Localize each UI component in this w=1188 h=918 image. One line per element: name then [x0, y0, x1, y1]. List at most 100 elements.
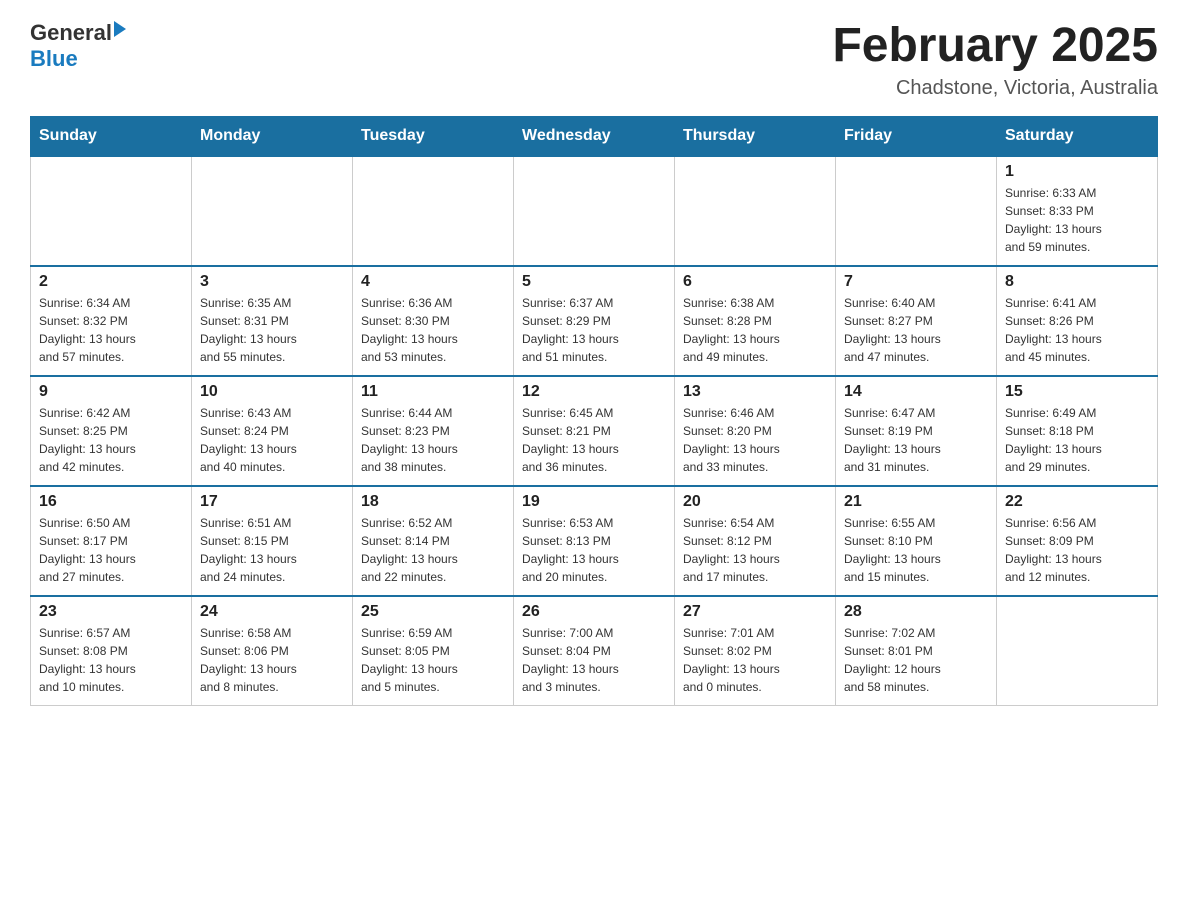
calendar-cell: 2 Sunrise: 6:34 AM Sunset: 8:32 PM Daylig… [31, 266, 192, 376]
day-info: Sunrise: 6:59 AM Sunset: 8:05 PM Dayligh… [361, 624, 505, 696]
day-info: Sunrise: 6:40 AM Sunset: 8:27 PM Dayligh… [844, 294, 988, 366]
day-info: Sunrise: 6:55 AM Sunset: 8:10 PM Dayligh… [844, 514, 988, 586]
calendar-cell [192, 156, 353, 266]
day-number: 2 [39, 273, 183, 291]
day-info: Sunrise: 6:57 AM Sunset: 8:08 PM Dayligh… [39, 624, 183, 696]
calendar-cell: 13 Sunrise: 6:46 AM Sunset: 8:20 PM Dayli… [675, 376, 836, 486]
day-number: 11 [361, 383, 505, 401]
weekday-header-thursday: Thursday [675, 116, 836, 156]
weekday-header-friday: Friday [836, 116, 997, 156]
calendar-cell: 19 Sunrise: 6:53 AM Sunset: 8:13 PM Dayli… [514, 486, 675, 596]
day-info: Sunrise: 6:53 AM Sunset: 8:13 PM Dayligh… [522, 514, 666, 586]
day-number: 27 [683, 603, 827, 621]
day-number: 9 [39, 383, 183, 401]
calendar-cell: 8 Sunrise: 6:41 AM Sunset: 8:26 PM Daylig… [997, 266, 1158, 376]
day-number: 15 [1005, 383, 1149, 401]
calendar-cell: 1 Sunrise: 6:33 AM Sunset: 8:33 PM Daylig… [997, 156, 1158, 266]
day-info: Sunrise: 6:46 AM Sunset: 8:20 PM Dayligh… [683, 404, 827, 476]
day-info: Sunrise: 6:37 AM Sunset: 8:29 PM Dayligh… [522, 294, 666, 366]
day-info: Sunrise: 6:41 AM Sunset: 8:26 PM Dayligh… [1005, 294, 1149, 366]
calendar-cell: 4 Sunrise: 6:36 AM Sunset: 8:30 PM Daylig… [353, 266, 514, 376]
calendar-table: SundayMondayTuesdayWednesdayThursdayFrid… [30, 116, 1158, 707]
day-number: 4 [361, 273, 505, 291]
day-number: 8 [1005, 273, 1149, 291]
day-number: 28 [844, 603, 988, 621]
weekday-header-wednesday: Wednesday [514, 116, 675, 156]
day-number: 16 [39, 493, 183, 511]
day-number: 22 [1005, 493, 1149, 511]
calendar-cell: 14Sunrise: 6:47 AM Sunset: 8:19 PM Dayli… [836, 376, 997, 486]
day-info: Sunrise: 6:58 AM Sunset: 8:06 PM Dayligh… [200, 624, 344, 696]
day-info: Sunrise: 6:44 AM Sunset: 8:23 PM Dayligh… [361, 404, 505, 476]
calendar-cell: 22 Sunrise: 6:56 AM Sunset: 8:09 PM Dayli… [997, 486, 1158, 596]
day-info: Sunrise: 6:42 AM Sunset: 8:25 PM Dayligh… [39, 404, 183, 476]
calendar-week-4: 16 Sunrise: 6:50 AM Sunset: 8:17 PM Dayli… [31, 486, 1158, 596]
day-info: Sunrise: 6:50 AM Sunset: 8:17 PM Dayligh… [39, 514, 183, 586]
day-info: Sunrise: 6:47 AM Sunset: 8:19 PM Dayligh… [844, 404, 988, 476]
day-number: 24 [200, 603, 344, 621]
calendar-cell: 24 Sunrise: 6:58 AM Sunset: 8:06 PM Dayli… [192, 596, 353, 706]
day-number: 13 [683, 383, 827, 401]
day-info: Sunrise: 6:35 AM Sunset: 8:31 PM Dayligh… [200, 294, 344, 366]
calendar-cell: 11 Sunrise: 6:44 AM Sunset: 8:23 PM Dayli… [353, 376, 514, 486]
day-number: 7 [844, 273, 988, 291]
weekday-header-saturday: Saturday [997, 116, 1158, 156]
calendar-cell: 18Sunrise: 6:52 AM Sunset: 8:14 PM Dayli… [353, 486, 514, 596]
day-number: 19 [522, 493, 666, 511]
calendar-week-2: 2 Sunrise: 6:34 AM Sunset: 8:32 PM Daylig… [31, 266, 1158, 376]
day-number: 23 [39, 603, 183, 621]
calendar-cell: 10 Sunrise: 6:43 AM Sunset: 8:24 PM Dayli… [192, 376, 353, 486]
day-number: 10 [200, 383, 344, 401]
day-number: 25 [361, 603, 505, 621]
calendar-cell [997, 596, 1158, 706]
calendar-week-3: 9 Sunrise: 6:42 AM Sunset: 8:25 PM Daylig… [31, 376, 1158, 486]
day-info: Sunrise: 6:52 AM Sunset: 8:14 PM Dayligh… [361, 514, 505, 586]
logo-general-text: General [30, 20, 112, 46]
day-number: 6 [683, 273, 827, 291]
day-number: 1 [1005, 163, 1149, 181]
calendar-cell: 17 Sunrise: 6:51 AM Sunset: 8:15 PM Dayli… [192, 486, 353, 596]
month-title: February 2025 [832, 20, 1158, 73]
day-number: 12 [522, 383, 666, 401]
day-info: Sunrise: 6:43 AM Sunset: 8:24 PM Dayligh… [200, 404, 344, 476]
calendar-cell: 6 Sunrise: 6:38 AM Sunset: 8:28 PM Daylig… [675, 266, 836, 376]
calendar-cell: 15 Sunrise: 6:49 AM Sunset: 8:18 PM Dayli… [997, 376, 1158, 486]
day-info: Sunrise: 6:49 AM Sunset: 8:18 PM Dayligh… [1005, 404, 1149, 476]
calendar-cell [31, 156, 192, 266]
day-info: Sunrise: 6:45 AM Sunset: 8:21 PM Dayligh… [522, 404, 666, 476]
day-info: Sunrise: 7:00 AM Sunset: 8:04 PM Dayligh… [522, 624, 666, 696]
day-info: Sunrise: 6:38 AM Sunset: 8:28 PM Dayligh… [683, 294, 827, 366]
calendar-cell: 26 Sunrise: 7:00 AM Sunset: 8:04 PM Dayli… [514, 596, 675, 706]
day-info: Sunrise: 6:36 AM Sunset: 8:30 PM Dayligh… [361, 294, 505, 366]
day-number: 5 [522, 273, 666, 291]
calendar-cell: 12 Sunrise: 6:45 AM Sunset: 8:21 PM Dayli… [514, 376, 675, 486]
calendar-cell: 7 Sunrise: 6:40 AM Sunset: 8:27 PM Daylig… [836, 266, 997, 376]
logo-blue-text: Blue [30, 46, 126, 72]
calendar-cell: 25 Sunrise: 6:59 AM Sunset: 8:05 PM Dayli… [353, 596, 514, 706]
day-number: 20 [683, 493, 827, 511]
calendar-week-5: 23 Sunrise: 6:57 AM Sunset: 8:08 PM Dayli… [31, 596, 1158, 706]
day-info: Sunrise: 6:33 AM Sunset: 8:33 PM Dayligh… [1005, 184, 1149, 256]
day-info: Sunrise: 7:01 AM Sunset: 8:02 PM Dayligh… [683, 624, 827, 696]
day-number: 26 [522, 603, 666, 621]
day-info: Sunrise: 6:56 AM Sunset: 8:09 PM Dayligh… [1005, 514, 1149, 586]
calendar-header: SundayMondayTuesdayWednesdayThursdayFrid… [31, 116, 1158, 156]
day-info: Sunrise: 6:51 AM Sunset: 8:15 PM Dayligh… [200, 514, 344, 586]
day-number: 3 [200, 273, 344, 291]
calendar-cell: 3 Sunrise: 6:35 AM Sunset: 8:31 PM Daylig… [192, 266, 353, 376]
calendar-cell: 5 Sunrise: 6:37 AM Sunset: 8:29 PM Daylig… [514, 266, 675, 376]
day-number: 17 [200, 493, 344, 511]
calendar-cell: 21Sunrise: 6:55 AM Sunset: 8:10 PM Dayli… [836, 486, 997, 596]
calendar-cell: 28 Sunrise: 7:02 AM Sunset: 8:01 PM Dayli… [836, 596, 997, 706]
calendar-cell [836, 156, 997, 266]
title-block: February 2025 Chadstone, Victoria, Austr… [832, 20, 1158, 100]
calendar-cell: 27 Sunrise: 7:01 AM Sunset: 8:02 PM Dayli… [675, 596, 836, 706]
calendar-cell [514, 156, 675, 266]
day-info: Sunrise: 7:02 AM Sunset: 8:01 PM Dayligh… [844, 624, 988, 696]
calendar-cell: 16 Sunrise: 6:50 AM Sunset: 8:17 PM Dayli… [31, 486, 192, 596]
day-info: Sunrise: 6:34 AM Sunset: 8:32 PM Dayligh… [39, 294, 183, 366]
logo-arrow-icon [114, 21, 126, 37]
weekday-header-monday: Monday [192, 116, 353, 156]
calendar-week-1: 1 Sunrise: 6:33 AM Sunset: 8:33 PM Daylig… [31, 156, 1158, 266]
calendar-cell [675, 156, 836, 266]
